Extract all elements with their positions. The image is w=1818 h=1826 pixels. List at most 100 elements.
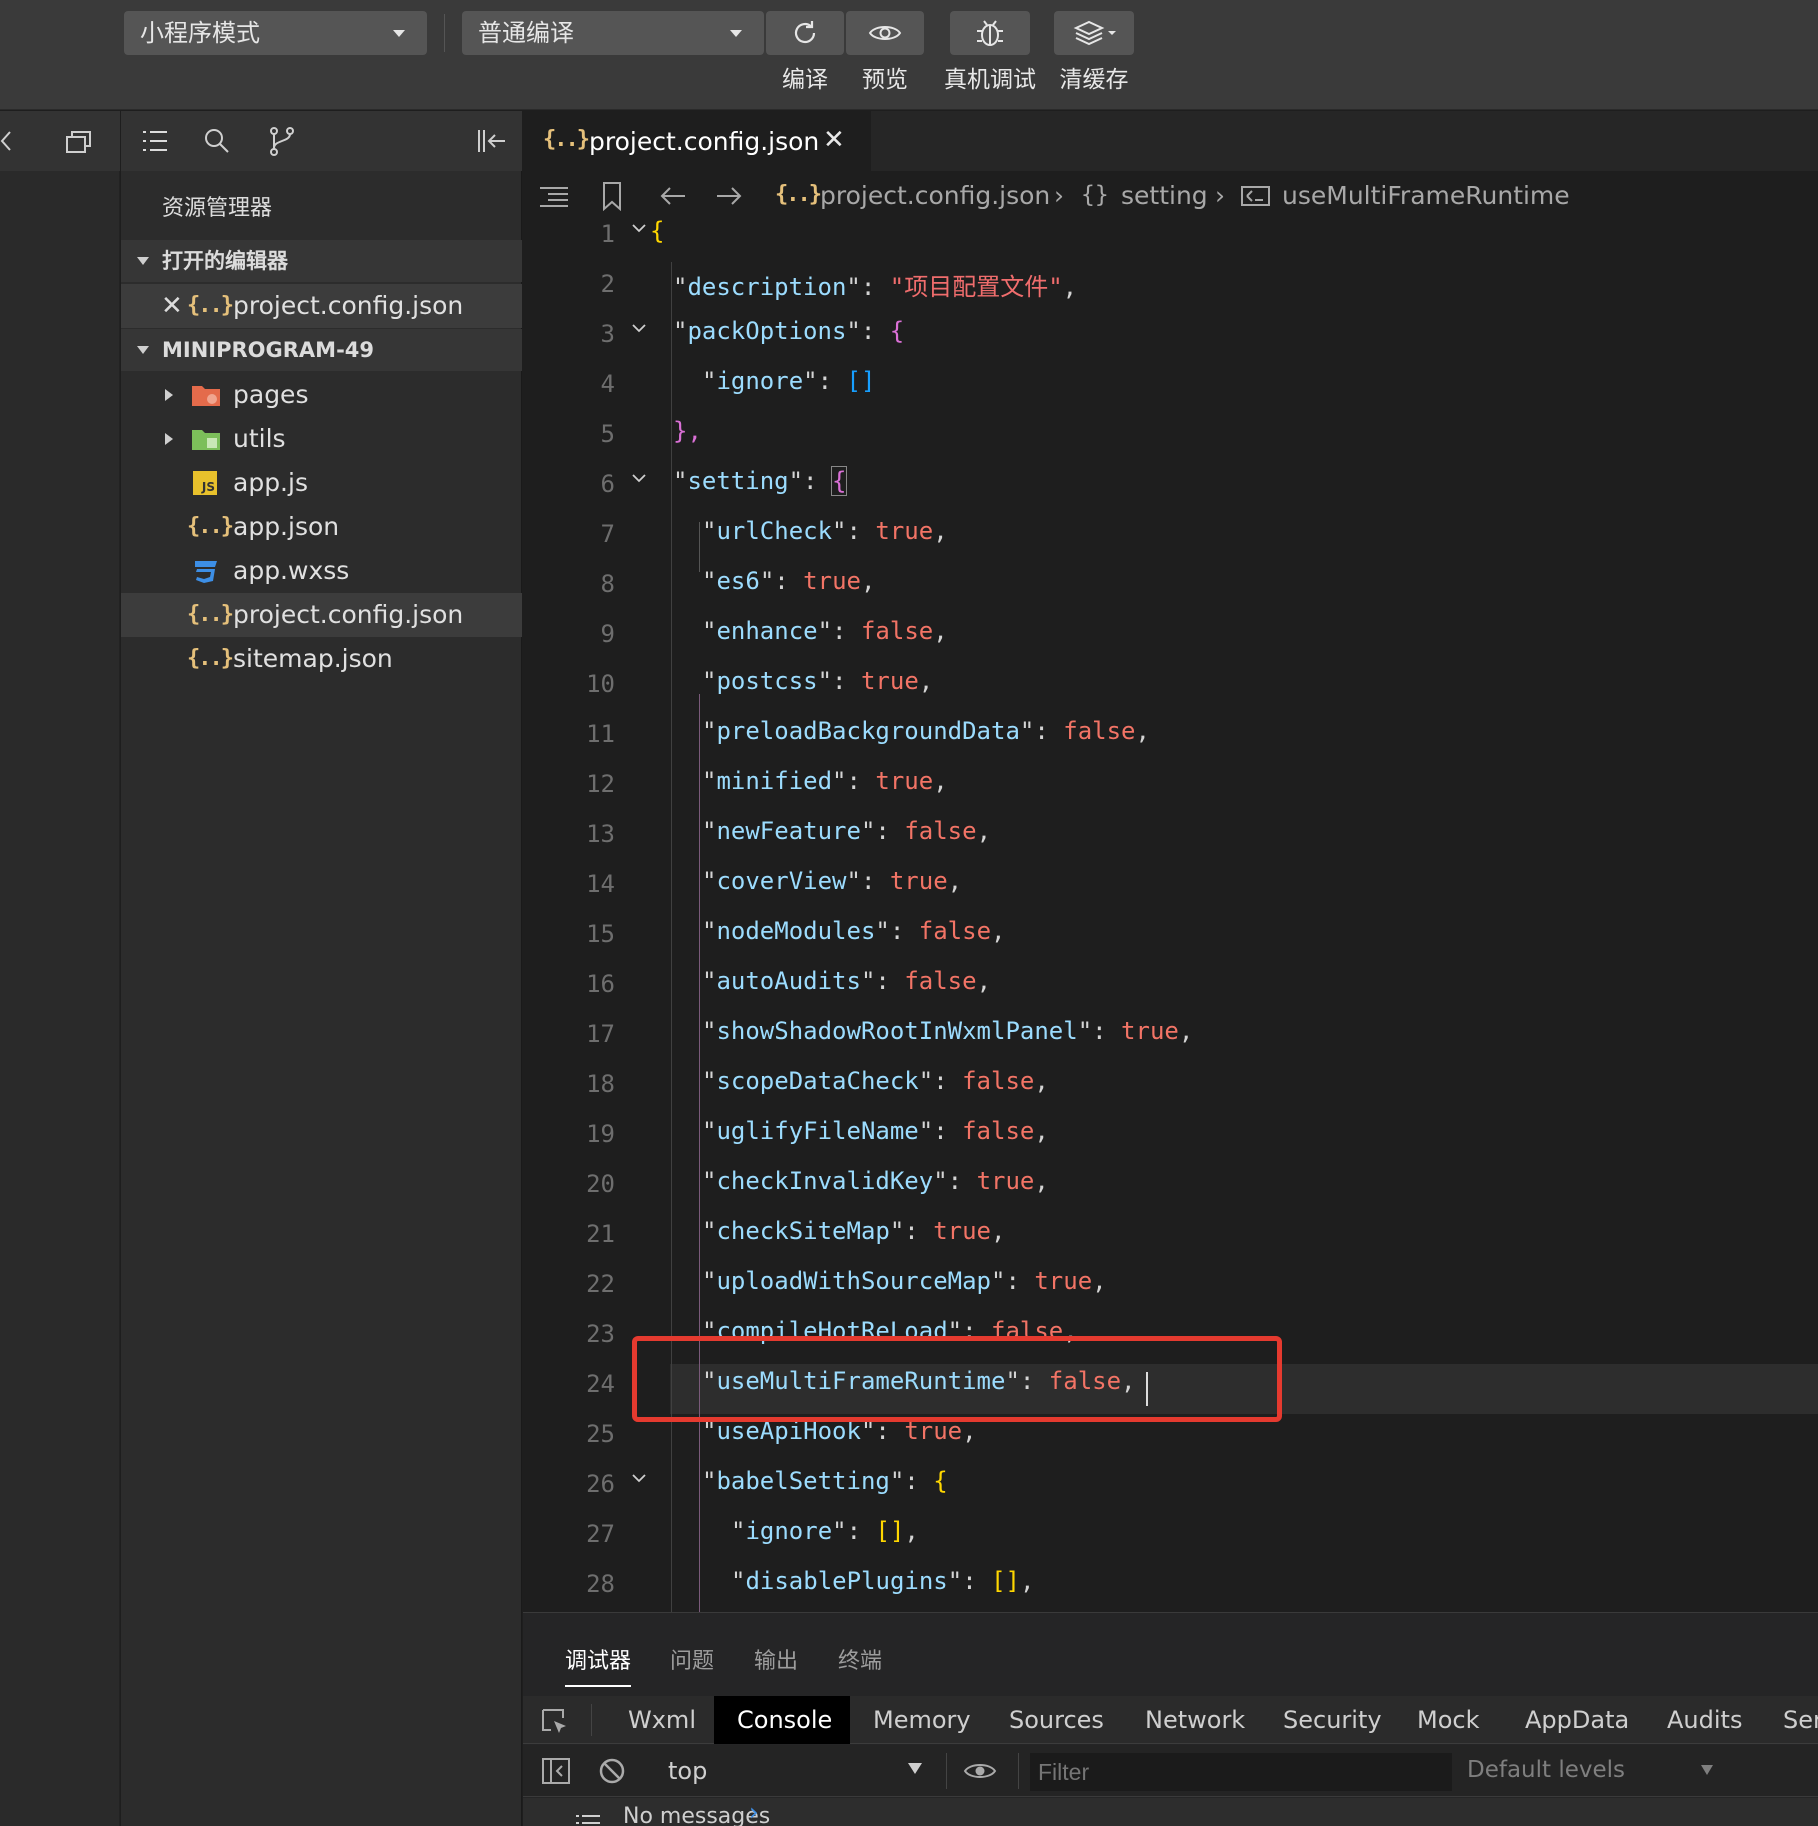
- tree-item-label: app.json: [233, 512, 340, 541]
- devtools-tab-memory[interactable]: Memory: [873, 1696, 971, 1744]
- source-control-icon[interactable]: [267, 125, 297, 157]
- line-number: 17: [586, 1020, 615, 1048]
- chevron-down-icon: [137, 346, 149, 354]
- open-editors-header[interactable]: 打开的编辑器: [121, 240, 522, 282]
- collapse-sidebar-icon[interactable]: [476, 128, 508, 154]
- devtools-tab-overflow[interactable]: Ser: [1783, 1696, 1818, 1744]
- tree-item-app-wxss[interactable]: app.wxss: [121, 549, 522, 593]
- bookmark-icon[interactable]: [601, 181, 623, 211]
- top-toolbar: 小程序模式 普通编译 编译 预览 真机调试 清缓存: [0, 0, 1818, 110]
- fold-chevron-icon[interactable]: [631, 320, 647, 336]
- code-token: },: [673, 417, 702, 445]
- line-number: 15: [586, 920, 615, 948]
- open-editors-label: 打开的编辑器: [162, 249, 288, 273]
- default-levels-select[interactable]: Default levels: [1467, 1757, 1625, 1783]
- json-value: false: [1063, 717, 1136, 745]
- json-key: babelSetting: [716, 1467, 890, 1495]
- collapse-left-icon[interactable]: [0, 129, 14, 153]
- inspect-icon[interactable]: [540, 1707, 570, 1737]
- clear-cache-button[interactable]: [1054, 11, 1134, 55]
- json-value: true: [875, 517, 934, 545]
- back-arrow-icon[interactable]: [659, 184, 687, 208]
- devtools-tab-security[interactable]: Security: [1283, 1696, 1382, 1744]
- json-value: false: [962, 1067, 1035, 1095]
- preview-button[interactable]: [846, 11, 924, 55]
- devtools-tab-appdata[interactable]: AppData: [1525, 1696, 1629, 1744]
- code-editor[interactable]: 1 {2 "description": "项目配置文件", 3 "packOptions…: [523, 212, 1818, 1612]
- tree-item-utils[interactable]: utils: [121, 417, 522, 461]
- open-editor-item[interactable]: ✕ {..} project.config.json: [121, 284, 522, 328]
- code-line: "setting": {: [673, 466, 848, 496]
- json-value: true: [860, 667, 919, 695]
- line-number: 8: [600, 570, 615, 598]
- tree-item-label: app.js: [233, 468, 308, 497]
- devtools-tab-sources[interactable]: Sources: [1009, 1696, 1104, 1744]
- tree-item-app-json[interactable]: {..} app.json: [121, 505, 522, 549]
- mode-select[interactable]: 小程序模式: [124, 11, 427, 55]
- code-line: "nodeModules": false,: [702, 917, 1006, 945]
- tab-output[interactable]: 输出: [754, 1643, 798, 1675]
- devtools-tab-console[interactable]: Console: [737, 1696, 832, 1744]
- preview-label: 预览: [862, 67, 908, 93]
- json-key: nodeModules: [716, 917, 876, 945]
- json-value: []: [846, 367, 876, 395]
- tab-debugger[interactable]: 调试器: [565, 1643, 631, 1675]
- eye-icon[interactable]: [963, 1759, 997, 1783]
- tree-item-app-js[interactable]: JS app.js: [121, 461, 522, 505]
- json-key: showShadowRootInWxmlPanel: [716, 1017, 1078, 1045]
- active-tab-underline: [565, 1685, 631, 1687]
- windows-icon[interactable]: [64, 128, 94, 156]
- compile-button[interactable]: [766, 11, 844, 55]
- devtools-tab-audits[interactable]: Audits: [1667, 1696, 1742, 1744]
- close-icon[interactable]: ✕: [161, 284, 183, 328]
- device-debug-button[interactable]: [950, 11, 1030, 55]
- forward-arrow-icon[interactable]: [715, 184, 743, 208]
- breadcrumb-key[interactable]: useMultiFrameRuntime: [1282, 181, 1570, 210]
- breadcrumb-file[interactable]: project.config.json: [820, 181, 1050, 210]
- list-icon[interactable]: [141, 128, 169, 154]
- tree-item-project-config[interactable]: {..} project.config.json: [121, 593, 522, 637]
- highlight-box: [632, 1336, 1282, 1422]
- sidebar-title: 资源管理器: [162, 196, 273, 221]
- js-icon: JS: [193, 471, 217, 495]
- code-line: "uploadWithSourceMap": true,: [702, 1267, 1107, 1295]
- fold-chevron-icon[interactable]: [631, 470, 647, 486]
- outline-icon[interactable]: [539, 185, 569, 209]
- clear-console-icon[interactable]: [598, 1757, 626, 1785]
- code-line: "enhance": false,: [702, 617, 948, 645]
- search-icon[interactable]: [203, 127, 231, 155]
- fold-chevron-icon[interactable]: [631, 1470, 647, 1486]
- eye-icon: [868, 26, 902, 40]
- code-line: "preloadBackgroundData": false,: [702, 717, 1150, 745]
- fold-chevron-icon[interactable]: [631, 220, 647, 236]
- console-prompt-icon[interactable]: ›: [749, 1798, 759, 1826]
- tab-project-config[interactable]: {..} project.config.json ✕: [523, 111, 871, 171]
- tab-terminal[interactable]: 终端: [838, 1643, 882, 1675]
- json-key: minified: [716, 767, 833, 795]
- close-icon[interactable]: ✕: [823, 125, 845, 155]
- compile-select[interactable]: 普通编译: [462, 11, 764, 55]
- tree-item-sitemap[interactable]: {..} sitemap.json: [121, 637, 522, 681]
- json-value: 项目配置文件: [904, 273, 1049, 301]
- chevron-down-icon[interactable]: [908, 1763, 922, 1774]
- sidebar-toggle-icon[interactable]: [541, 1757, 571, 1785]
- code-line: "autoAudits": false,: [702, 967, 992, 995]
- json-key: es6: [716, 567, 760, 595]
- json-key: description: [687, 273, 847, 301]
- line-number: 24: [586, 1370, 615, 1398]
- breadcrumb-section[interactable]: setting: [1121, 181, 1208, 210]
- json-value: true: [1034, 1267, 1093, 1295]
- project-header[interactable]: MINIPROGRAM-49: [121, 329, 522, 371]
- json-value: false: [904, 817, 977, 845]
- devtools-tab-mock[interactable]: Mock: [1417, 1696, 1479, 1744]
- tab-problems[interactable]: 问题: [670, 1643, 714, 1675]
- filter-input[interactable]: [1030, 1753, 1452, 1791]
- chevron-right-icon: ›: [1215, 181, 1225, 210]
- devtools-tab-network[interactable]: Network: [1145, 1696, 1245, 1744]
- tree-item-pages[interactable]: pages: [121, 373, 522, 417]
- devtools-tab-wxml[interactable]: Wxml: [628, 1696, 696, 1744]
- code-line: {: [650, 217, 664, 245]
- mode-select-value: 小程序模式: [140, 19, 260, 47]
- tree-item-label: utils: [233, 424, 286, 453]
- context-select[interactable]: top: [668, 1757, 707, 1785]
